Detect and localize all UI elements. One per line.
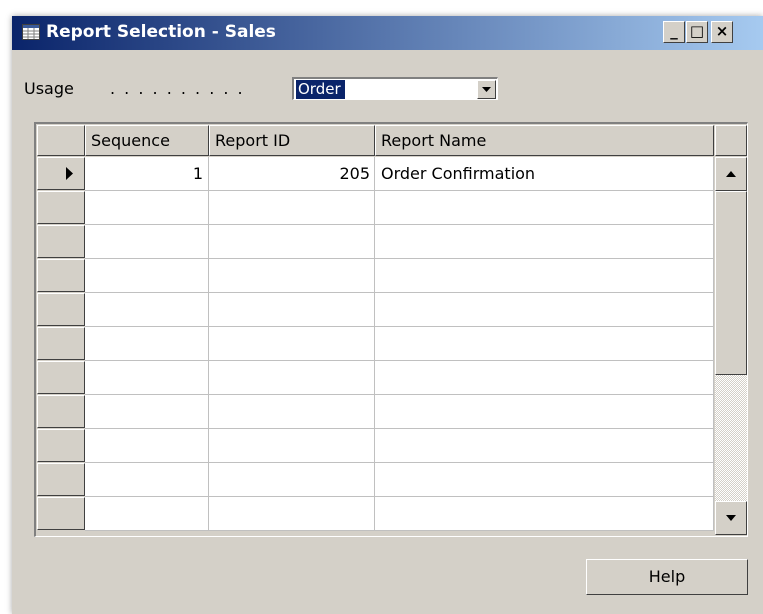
row-selector[interactable] [37, 157, 85, 190]
sequence-cell[interactable] [85, 361, 209, 395]
report-id-cell[interactable] [209, 429, 375, 463]
report-name-cell[interactable] [375, 225, 714, 259]
row-selector[interactable] [37, 225, 85, 258]
sequence-cell[interactable] [85, 463, 209, 497]
report-name-cell[interactable] [375, 361, 714, 395]
report-name-cell[interactable] [375, 191, 714, 225]
sequence-cell[interactable] [85, 395, 209, 429]
sequence-cell[interactable] [85, 225, 209, 259]
row-selector[interactable] [37, 395, 85, 428]
row-selector[interactable] [37, 259, 85, 292]
arrow-up-icon [726, 171, 736, 177]
header-scroll-corner [715, 125, 747, 156]
row-selector[interactable] [37, 429, 85, 462]
column-header-sequence[interactable]: Sequence [85, 125, 209, 156]
report-id-cell[interactable] [209, 225, 375, 259]
table-icon [22, 24, 40, 40]
sequence-cell[interactable] [85, 191, 209, 225]
help-button[interactable]: Help [586, 559, 748, 595]
sequence-cell[interactable] [85, 497, 209, 531]
window-title: Report Selection - Sales [46, 22, 276, 42]
report-name-cell[interactable] [375, 429, 714, 463]
sequence-cell[interactable] [85, 259, 209, 293]
report-id-cell[interactable] [209, 361, 375, 395]
chevron-down-icon [482, 87, 491, 92]
report-name-cell[interactable] [375, 327, 714, 361]
sequence-cell[interactable]: 1 [85, 157, 209, 191]
table-row[interactable] [36, 259, 714, 293]
usage-label: Usage [24, 79, 74, 98]
row-selector[interactable] [37, 191, 85, 224]
title-bar[interactable]: Report Selection - Sales _ □ × [12, 16, 763, 50]
dropdown-button[interactable] [477, 80, 496, 99]
row-selector[interactable] [37, 361, 85, 394]
usage-selected-value[interactable]: Order [296, 80, 345, 99]
table-row[interactable] [36, 191, 714, 225]
table-row[interactable] [36, 361, 714, 395]
row-selector[interactable] [37, 327, 85, 360]
close-button[interactable]: × [711, 21, 733, 43]
report-id-cell[interactable] [209, 327, 375, 361]
minimize-button[interactable]: _ [663, 21, 685, 43]
report-id-cell[interactable] [209, 463, 375, 497]
sequence-cell[interactable] [85, 327, 209, 361]
table-row[interactable] [36, 327, 714, 361]
usage-leader-dots: . . . . . . . . . . [110, 79, 245, 98]
table-row[interactable] [36, 395, 714, 429]
report-name-cell[interactable] [375, 395, 714, 429]
header-corner[interactable] [37, 125, 85, 156]
row-selector[interactable] [37, 293, 85, 326]
report-id-cell[interactable] [209, 497, 375, 531]
usage-dropdown[interactable]: Order [292, 77, 498, 100]
scrollbar-thumb[interactable] [715, 191, 747, 375]
report-name-cell[interactable] [375, 293, 714, 327]
scroll-down-button[interactable] [715, 501, 747, 535]
report-id-cell[interactable] [209, 395, 375, 429]
scroll-up-button[interactable] [715, 157, 747, 191]
report-name-cell[interactable]: Order Confirmation [375, 157, 714, 191]
report-id-cell[interactable] [209, 259, 375, 293]
report-id-cell[interactable] [209, 191, 375, 225]
vertical-scrollbar[interactable] [715, 157, 747, 535]
report-name-cell[interactable] [375, 259, 714, 293]
table-row[interactable]: 1 205 Order Confirmation [36, 157, 714, 191]
report-id-cell[interactable] [209, 293, 375, 327]
table-row[interactable] [36, 225, 714, 259]
report-grid[interactable]: Sequence Report ID Report Name 1 205 Order… [34, 122, 748, 537]
table-row[interactable] [36, 429, 714, 463]
sequence-cell[interactable] [85, 293, 209, 327]
report-id-cell[interactable]: 205 [209, 157, 375, 191]
report-selection-window: Report Selection - Sales _ □ × Usage . .… [12, 16, 763, 614]
sequence-cell[interactable] [85, 429, 209, 463]
table-row[interactable] [36, 497, 714, 531]
column-header-report-name[interactable]: Report Name [375, 125, 714, 156]
arrow-down-icon [726, 515, 736, 521]
maximize-button[interactable]: □ [686, 21, 708, 43]
current-row-arrow-icon [66, 167, 73, 180]
table-row[interactable] [36, 463, 714, 497]
row-selector[interactable] [37, 497, 85, 530]
table-row[interactable] [36, 293, 714, 327]
report-name-cell[interactable] [375, 463, 714, 497]
column-header-report-id[interactable]: Report ID [209, 125, 375, 156]
row-selector[interactable] [37, 463, 85, 496]
report-name-cell[interactable] [375, 497, 714, 531]
